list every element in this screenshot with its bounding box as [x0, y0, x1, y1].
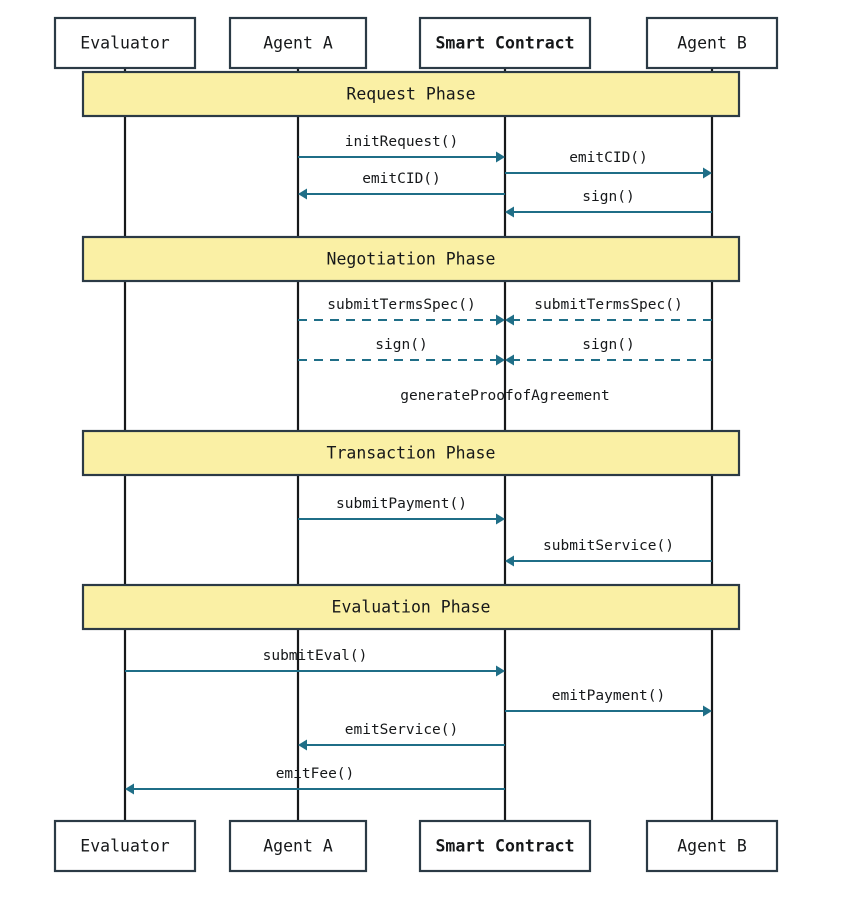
actor-header-smart_contract[interactable]: Smart Contract: [418, 16, 592, 70]
phase-label-evaluation: Evaluation Phase: [332, 598, 491, 617]
actor-footer-evaluator[interactable]: Evaluator: [53, 819, 197, 873]
note-n1: generateProofofAgreement: [400, 388, 610, 404]
arrowhead-icon-m12: [703, 705, 712, 717]
message-m5: submitTermsSpec(): [298, 297, 505, 326]
message-label-m3: emitCID(): [362, 171, 441, 187]
arrowhead-icon-m11: [496, 665, 505, 677]
actor-label-agent_a: Agent A: [263, 34, 333, 53]
actor-label-evaluator: Evaluator: [80, 837, 169, 856]
sequence-diagram-canvas: Request Phase Negotiation Phase Transactio…: [53, 16, 779, 873]
message-m6: submitTermsSpec(): [505, 297, 712, 326]
message-label-m1: initRequest(): [345, 134, 459, 150]
message-m3: emitCID(): [298, 171, 505, 200]
message-m2: emitCID(): [505, 150, 712, 179]
arrowhead-icon-m6: [505, 314, 514, 326]
actor-label-agent_b: Agent B: [677, 34, 747, 53]
message-label-m8: sign(): [582, 337, 634, 353]
message-m1: initRequest(): [298, 134, 505, 163]
actor-label-evaluator: Evaluator: [80, 34, 169, 53]
sequence-diagram: Request Phase Negotiation Phase Transactio…: [0, 0, 847, 900]
message-label-m6: submitTermsSpec(): [534, 297, 682, 313]
phase-band-request: Request Phase: [81, 70, 741, 118]
arrowhead-icon-m2: [703, 167, 712, 179]
arrowhead-icon-m13: [298, 739, 307, 751]
message-m14: emitFee(): [125, 766, 505, 795]
actor-header-evaluator[interactable]: Evaluator: [53, 16, 197, 70]
message-label-m14: emitFee(): [276, 766, 355, 782]
message-label-m10: submitService(): [543, 538, 674, 554]
actor-footer-agent_b[interactable]: Agent B: [645, 819, 779, 873]
message-m7: sign(): [298, 337, 505, 366]
message-label-m2: emitCID(): [569, 150, 648, 166]
message-m4: sign(): [505, 189, 712, 218]
arrowhead-icon-m3: [298, 188, 307, 200]
arrowhead-icon-m9: [496, 513, 505, 525]
phase-label-request: Request Phase: [346, 85, 475, 104]
message-label-m12: emitPayment(): [552, 688, 666, 704]
message-m11: submitEval(): [125, 648, 505, 677]
message-m13: emitService(): [298, 722, 505, 751]
arrowhead-icon-m1: [496, 151, 505, 163]
message-m10: submitService(): [505, 538, 712, 567]
actor-label-smart_contract: Smart Contract: [435, 837, 574, 856]
actor-footer-smart_contract[interactable]: Smart Contract: [418, 819, 592, 873]
actor-headers-layer: Evaluator Agent A Smart Contract Agent B: [53, 16, 779, 70]
arrowhead-icon-m8: [505, 354, 514, 366]
phase-band-negotiation: Negotiation Phase: [81, 235, 741, 283]
arrowhead-icon-m14: [125, 783, 134, 795]
phase-label-negotiation: Negotiation Phase: [327, 250, 496, 269]
message-label-m11: submitEval(): [263, 648, 368, 664]
message-m12: emitPayment(): [505, 688, 712, 717]
actor-header-agent_b[interactable]: Agent B: [645, 16, 779, 70]
arrowhead-icon-m4: [505, 206, 514, 218]
message-m9: submitPayment(): [298, 496, 505, 525]
actor-label-smart_contract: Smart Contract: [435, 34, 574, 53]
arrowhead-icon-m5: [496, 314, 505, 326]
message-label-m4: sign(): [582, 189, 634, 205]
message-label-m9: submitPayment(): [336, 496, 467, 512]
phase-label-transaction: Transaction Phase: [327, 444, 496, 463]
message-m8: sign(): [505, 337, 712, 366]
phase-band-evaluation: Evaluation Phase: [81, 583, 741, 631]
actor-label-agent_b: Agent B: [677, 837, 747, 856]
message-label-m5: submitTermsSpec(): [327, 297, 475, 313]
actor-footers-layer: Evaluator Agent A Smart Contract Agent B: [53, 819, 779, 873]
actor-header-agent_a[interactable]: Agent A: [228, 16, 368, 70]
message-label-m7: sign(): [375, 337, 427, 353]
actor-label-agent_a: Agent A: [263, 837, 333, 856]
notes-layer: generateProofofAgreement: [400, 388, 610, 404]
actor-footer-agent_a[interactable]: Agent A: [228, 819, 368, 873]
phase-band-transaction: Transaction Phase: [81, 429, 741, 477]
arrowhead-icon-m10: [505, 555, 514, 567]
message-label-m13: emitService(): [345, 722, 459, 738]
arrowhead-icon-m7: [496, 354, 505, 366]
